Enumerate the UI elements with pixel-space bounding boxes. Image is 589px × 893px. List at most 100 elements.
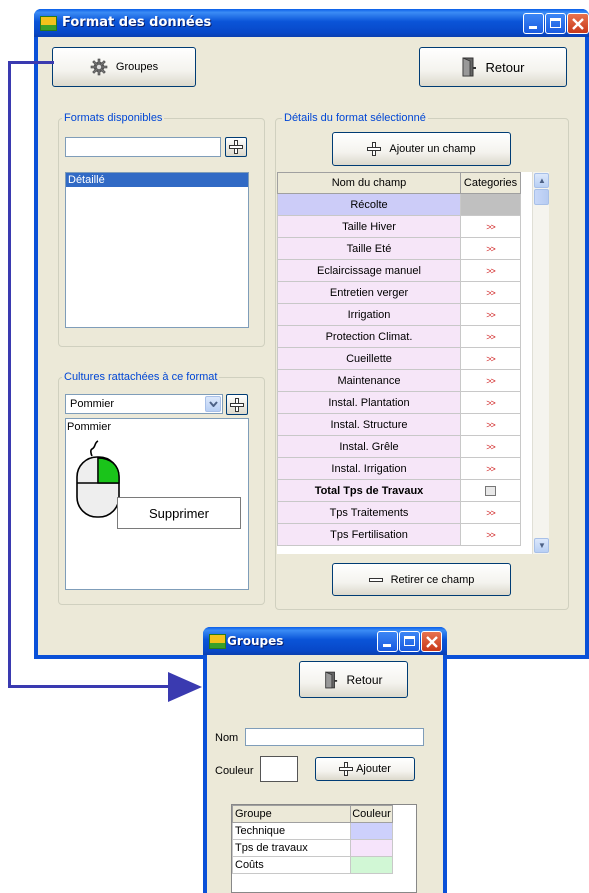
field-row[interactable]: Maintenance >> [277,369,521,392]
field-category-cell[interactable]: >> [460,523,521,546]
culture-select-value: Pommier [70,398,115,410]
groupes-window-title: Groupes [227,634,284,648]
column-header-categories[interactable]: Categories [460,172,521,194]
field-name-cell[interactable]: Protection Climat. [277,325,461,348]
groupe-row[interactable]: Tps de travaux [232,839,393,857]
column-header-couleur[interactable]: Couleur [350,805,393,823]
cultures-group-label: Cultures rattachées à ce format [62,371,220,383]
ajouter-button[interactable]: Ajouter [315,757,415,781]
chevron-down-icon: ▼ [538,541,546,550]
field-row[interactable]: Instal. Grêle >> [277,435,521,458]
remove-field-button[interactable]: Retirer ce champ [332,563,511,596]
field-row[interactable]: Eclaircissage manuel >> [277,259,521,282]
cultures-list-item[interactable]: Pommier [67,420,111,434]
field-category-cell[interactable]: >> [460,501,521,524]
formats-list-item[interactable]: Détaillé [66,173,248,187]
field-row[interactable]: Instal. Irrigation >> [277,457,521,480]
column-header-nom[interactable]: Nom du champ [277,172,461,194]
groupes-window: Groupes Retour Nom Couleur Ajouter Group… [203,627,447,893]
field-row[interactable]: Taille Hiver >> [277,215,521,238]
field-name-cell[interactable]: Taille Eté [277,237,461,260]
maximize-button[interactable] [545,13,566,34]
field-row[interactable]: Tps Traitements >> [277,501,521,524]
groupes-minimize-button[interactable] [377,631,398,652]
field-row[interactable]: Tps Fertilisation >> [277,523,521,546]
groupes-button[interactable]: Groupes [52,47,196,87]
add-format-button[interactable] [225,137,247,157]
field-row[interactable]: Entretien verger >> [277,281,521,304]
groupes-titlebar[interactable]: Groupes [203,627,447,655]
main-titlebar[interactable]: Format des données [34,9,589,37]
groupe-name-cell[interactable]: Coûts [232,856,351,874]
field-category-cell[interactable]: >> [460,325,521,348]
field-name-cell[interactable]: Instal. Plantation [277,391,461,414]
mouse-right-click-icon [76,440,120,518]
scroll-down-button[interactable]: ▼ [534,538,549,553]
field-category-cell[interactable]: >> [460,435,521,458]
groupe-row[interactable]: Coûts [232,856,393,874]
field-name-cell[interactable]: Maintenance [277,369,461,392]
plus-icon [367,142,382,156]
minimize-button[interactable] [523,13,544,34]
context-menu-supprimer[interactable]: Supprimer [117,497,241,529]
field-row[interactable]: Taille Eté >> [277,237,521,260]
format-name-input[interactable] [65,137,221,157]
groupe-color-cell[interactable] [350,856,393,874]
groupes-maximize-button[interactable] [399,631,420,652]
field-category-cell[interactable]: >> [460,215,521,238]
category-arrows: >> [486,353,495,364]
field-name-cell[interactable]: Taille Hiver [277,215,461,238]
field-name-cell[interactable]: Instal. Grêle [277,435,461,458]
field-category-cell[interactable]: >> [460,259,521,282]
field-row[interactable]: Instal. Plantation >> [277,391,521,414]
field-category-cell[interactable] [460,479,521,502]
field-category-cell[interactable]: >> [460,347,521,370]
field-category-cell[interactable]: >> [460,369,521,392]
field-category-cell[interactable]: >> [460,391,521,414]
field-name-cell[interactable]: Instal. Irrigation [277,457,461,480]
field-name-cell[interactable]: Tps Traitements [277,501,461,524]
groupe-name-cell[interactable]: Technique [232,822,351,840]
field-name-cell[interactable]: Irrigation [277,303,461,326]
field-name-cell[interactable]: Total Tps de Travaux [277,479,461,502]
field-name-cell[interactable]: Récolte [277,193,461,216]
scroll-up-button[interactable]: ▲ [534,173,549,188]
nom-input[interactable] [245,728,424,746]
field-row[interactable]: Total Tps de Travaux [277,479,521,502]
scroll-thumb[interactable] [534,189,549,205]
formats-list[interactable]: Détaillé [65,172,249,328]
field-name-cell[interactable]: Instal. Structure [277,413,461,436]
field-row[interactable]: Protection Climat. >> [277,325,521,348]
close-button[interactable] [567,13,589,34]
groupe-color-cell[interactable] [350,839,393,857]
groupes-close-button[interactable] [421,631,442,652]
field-category-cell[interactable]: >> [460,457,521,480]
groupe-row[interactable]: Technique [232,822,393,840]
arrow-head-icon [168,672,202,702]
culture-select[interactable]: Pommier [65,394,223,414]
field-category-cell[interactable] [460,193,521,216]
field-category-cell[interactable]: >> [460,237,521,260]
dropdown-button[interactable] [205,396,221,412]
add-field-button[interactable]: Ajouter un champ [332,132,511,166]
field-category-cell[interactable]: >> [460,413,521,436]
field-name-cell[interactable]: Cueillette [277,347,461,370]
field-row[interactable]: Irrigation >> [277,303,521,326]
field-category-cell[interactable]: >> [460,281,521,304]
category-arrows: >> [486,331,495,342]
field-name-cell[interactable]: Entretien verger [277,281,461,304]
couleur-swatch[interactable] [260,756,298,782]
groupe-color-cell[interactable] [350,822,393,840]
field-name-cell[interactable]: Eclaircissage manuel [277,259,461,282]
field-row[interactable]: Cueillette >> [277,347,521,370]
add-culture-button[interactable] [226,394,248,415]
fields-scrollbar[interactable]: ▲ ▼ [532,172,549,554]
field-row[interactable]: Récolte [277,193,521,216]
field-category-cell[interactable]: >> [460,303,521,326]
retour-button[interactable]: Retour [419,47,567,87]
field-row[interactable]: Instal. Structure >> [277,413,521,436]
column-header-groupe[interactable]: Groupe [232,805,351,823]
groupes-retour-button[interactable]: Retour [299,661,408,698]
field-name-cell[interactable]: Tps Fertilisation [277,523,461,546]
groupe-name-cell[interactable]: Tps de travaux [232,839,351,857]
